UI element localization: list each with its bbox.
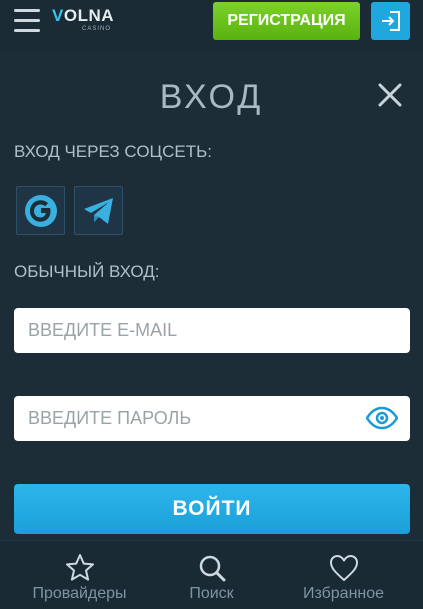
logo-subtitle: CASINO <box>82 26 112 32</box>
bottom-nav: Провайдеры Поиск Избранное <box>0 540 423 609</box>
nav-label: Поиск <box>189 585 234 602</box>
login-button[interactable] <box>371 2 410 40</box>
nav-label: Провайдеры <box>32 585 127 602</box>
logo-text: OLNA <box>63 6 115 25</box>
heart-icon <box>329 555 358 581</box>
menu-icon[interactable] <box>14 9 40 33</box>
logo[interactable]: VOLNA CASINO <box>52 7 124 37</box>
nav-item-search[interactable]: Поиск <box>141 541 282 609</box>
password-field <box>14 396 410 441</box>
register-button[interactable]: РЕГИСТРАЦИЯ <box>213 2 360 40</box>
nav-item-providers[interactable]: Провайдеры <box>9 541 150 609</box>
email-field <box>14 308 410 353</box>
close-icon[interactable] <box>377 82 403 108</box>
logo-letter: V <box>52 6 64 25</box>
password-input[interactable] <box>14 396 410 441</box>
page-title: ВХОД <box>159 78 264 116</box>
login-panel: ВХОД ВХОД ЧЕРЕЗ СОЦСЕТЬ: ОБЫЧНЫЙ ВХОД: В… <box>0 52 423 540</box>
search-icon <box>199 555 225 582</box>
google-login-button[interactable] <box>16 186 65 235</box>
telegram-icon <box>83 197 113 224</box>
email-input[interactable] <box>14 308 410 353</box>
google-icon <box>24 194 57 227</box>
social-login-label: ВХОД ЧЕРЕЗ СОЦСЕТЬ: <box>14 142 212 161</box>
eye-icon[interactable] <box>366 406 398 430</box>
star-icon <box>65 554 94 581</box>
nav-item-favorites[interactable]: Избранное <box>273 541 414 609</box>
nav-label: Избранное <box>302 585 385 602</box>
top-bar: VOLNA CASINO РЕГИСТРАЦИЯ <box>0 0 423 52</box>
telegram-login-button[interactable] <box>74 186 123 235</box>
sign-in-icon <box>381 11 400 31</box>
login-submit-button[interactable]: ВОЙТИ <box>14 484 410 534</box>
regular-login-label: ОБЫЧНЫЙ ВХОД: <box>14 262 160 281</box>
